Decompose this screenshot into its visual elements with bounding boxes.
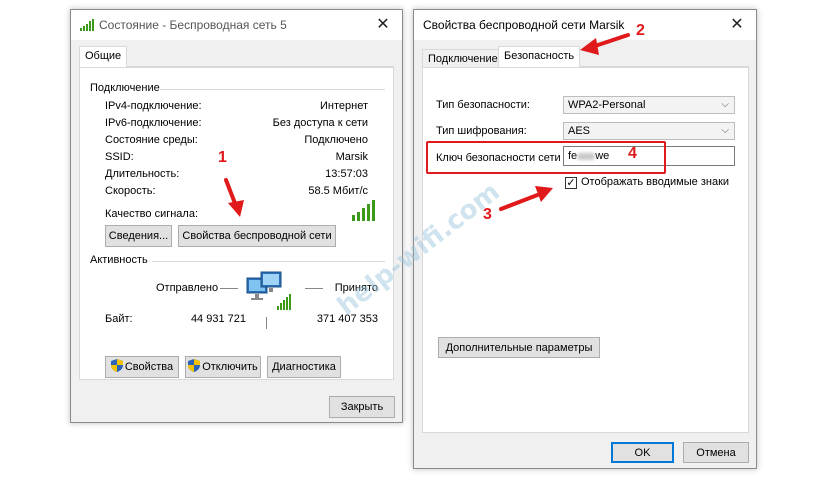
arrow-1-icon (224, 178, 244, 217)
arrow-2-icon (580, 33, 630, 55)
arrow-3-icon (499, 186, 553, 211)
